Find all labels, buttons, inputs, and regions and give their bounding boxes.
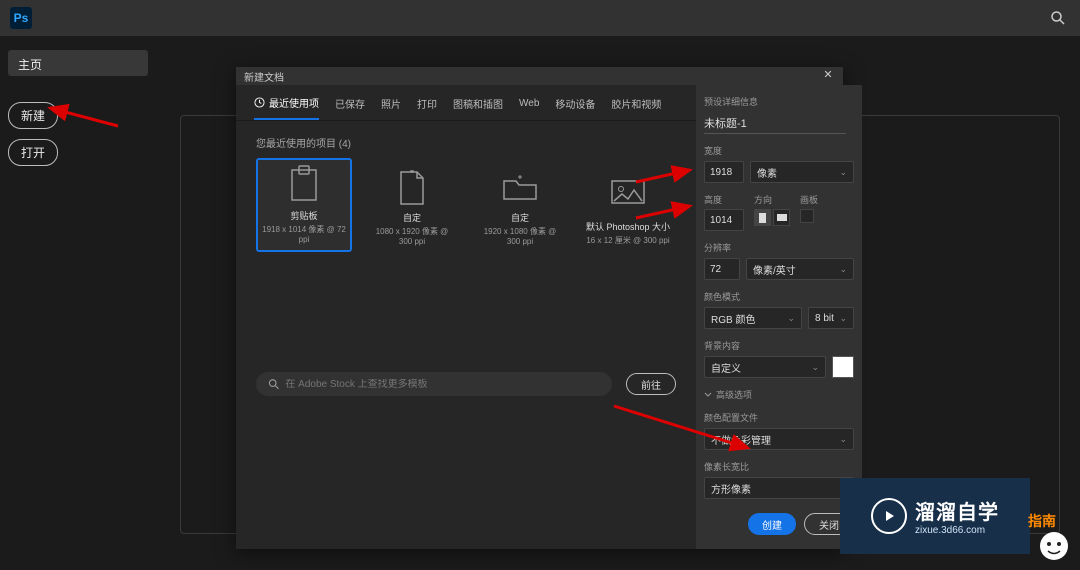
preset-tabs: 最近使用项 已保存 照片 打印 图稿和插图 Web 移动设备 胶片和视频 bbox=[236, 85, 696, 121]
new-button[interactable]: 新建 bbox=[8, 102, 58, 129]
file-icon bbox=[397, 170, 427, 206]
height-input[interactable] bbox=[704, 209, 744, 231]
watermark-url: zixue.3d66.com bbox=[915, 525, 999, 536]
stock-search-input[interactable] bbox=[285, 379, 600, 390]
recent-count-label: 您最近使用的项目 (4) bbox=[236, 121, 696, 158]
chevron-down-icon: ⌄ bbox=[839, 313, 847, 324]
select-value: 8 bit bbox=[815, 313, 834, 324]
chevron-down-icon: ⌄ bbox=[839, 167, 847, 178]
orientation-portrait-button[interactable] bbox=[754, 209, 771, 226]
stock-search-wrap bbox=[256, 372, 612, 396]
tab-saved[interactable]: 已保存 bbox=[335, 91, 365, 120]
folder-icon bbox=[502, 173, 538, 203]
dialog-close-button[interactable]: ✕ bbox=[821, 69, 835, 83]
aspect-label: 像素长宽比 bbox=[704, 460, 854, 473]
preset-name: 自定 bbox=[403, 211, 421, 224]
watermark-title: 溜溜自学 bbox=[915, 496, 999, 525]
chevron-down-icon: ⌄ bbox=[787, 313, 795, 324]
preset-default[interactable]: 默认 Photoshop 大小 16 x 12 厘米 @ 300 ppi bbox=[580, 158, 676, 252]
resolution-input[interactable] bbox=[704, 258, 740, 280]
play-icon bbox=[871, 498, 907, 534]
tab-photo[interactable]: 照片 bbox=[381, 91, 401, 120]
select-value: 不做色彩管理 bbox=[711, 432, 771, 447]
advanced-label: 高级选项 bbox=[716, 388, 752, 401]
ps-logo: Ps bbox=[10, 7, 32, 29]
profile-label: 颜色配置文件 bbox=[704, 411, 854, 424]
search-icon bbox=[268, 378, 279, 390]
preset-sub: 16 x 12 厘米 @ 300 ppi bbox=[586, 235, 669, 246]
open-button[interactable]: 打开 bbox=[8, 139, 58, 166]
preset-sub: 1918 x 1014 像素 @ 72 ppi bbox=[262, 224, 346, 244]
orientation-landscape-button[interactable] bbox=[773, 209, 790, 226]
home-button[interactable]: 主页 bbox=[8, 50, 148, 76]
color-mode-label: 颜色模式 bbox=[704, 290, 854, 303]
svg-text:指南: 指南 bbox=[1028, 513, 1056, 529]
width-input[interactable] bbox=[704, 161, 744, 183]
tab-film[interactable]: 胶片和视频 bbox=[611, 91, 661, 120]
color-mode-select[interactable]: RGB 颜色 ⌄ bbox=[704, 307, 802, 329]
chevron-down-icon: ⌄ bbox=[811, 362, 819, 373]
preset-name: 默认 Photoshop 大小 bbox=[586, 220, 670, 233]
resolution-label: 分辨率 bbox=[704, 241, 854, 254]
tab-label: 最近使用项 bbox=[269, 95, 319, 110]
sticker-icon: 指南 bbox=[1016, 506, 1074, 564]
select-value: 自定义 bbox=[711, 360, 741, 375]
image-icon bbox=[610, 177, 646, 207]
preset-details-label: 预设详细信息 bbox=[704, 95, 854, 108]
background-label: 背景内容 bbox=[704, 339, 854, 352]
advanced-toggle[interactable]: 高级选项 bbox=[704, 388, 854, 401]
orientation-label: 方向 bbox=[754, 193, 790, 206]
width-unit-select[interactable]: 像素 ⌄ bbox=[750, 161, 854, 183]
chevron-down-icon: ⌄ bbox=[839, 434, 847, 445]
select-value: 像素 bbox=[757, 165, 777, 180]
create-button[interactable]: 创建 bbox=[748, 513, 796, 535]
tab-art[interactable]: 图稿和插图 bbox=[453, 91, 503, 120]
dialog-title: 新建文档 bbox=[244, 69, 284, 84]
watermark: 溜溜自学 zixue.3d66.com bbox=[840, 478, 1030, 554]
resolution-unit-select[interactable]: 像素/英寸 ⌄ bbox=[746, 258, 854, 280]
preset-name: 剪贴板 bbox=[290, 209, 317, 222]
select-value: 像素/英寸 bbox=[753, 262, 796, 277]
background-color-swatch[interactable] bbox=[832, 356, 854, 378]
tab-mobile[interactable]: 移动设备 bbox=[555, 91, 595, 120]
artboard-checkbox[interactable] bbox=[800, 209, 814, 223]
search-button[interactable] bbox=[1046, 6, 1070, 30]
stock-go-button[interactable]: 前往 bbox=[626, 373, 676, 395]
preset-name: 自定 bbox=[511, 211, 529, 224]
clipboard-icon bbox=[287, 165, 321, 205]
preset-sub: 1920 x 1080 像素 @ 300 ppi bbox=[476, 226, 564, 246]
tab-recent[interactable]: 最近使用项 bbox=[254, 91, 319, 120]
chevron-down-icon bbox=[704, 391, 712, 399]
width-label: 宽度 bbox=[704, 144, 854, 157]
height-label: 高度 bbox=[704, 193, 744, 206]
tab-print[interactable]: 打印 bbox=[417, 91, 437, 120]
preset-custom-2[interactable]: 自定 1920 x 1080 像素 @ 300 ppi bbox=[472, 158, 568, 252]
clock-icon bbox=[254, 97, 265, 108]
preset-sub: 1080 x 1920 像素 @ 300 ppi bbox=[368, 226, 456, 246]
color-profile-select[interactable]: 不做色彩管理 ⌄ bbox=[704, 428, 854, 450]
artboard-label: 画板 bbox=[800, 193, 818, 206]
bit-depth-select[interactable]: 8 bit ⌄ bbox=[808, 307, 854, 329]
select-value: RGB 颜色 bbox=[711, 311, 755, 326]
tab-web[interactable]: Web bbox=[519, 91, 539, 120]
doc-name-input[interactable] bbox=[704, 112, 846, 134]
chevron-down-icon: ⌄ bbox=[839, 264, 847, 275]
select-value: 方形像素 bbox=[711, 481, 751, 496]
search-icon bbox=[1050, 10, 1066, 26]
pixel-aspect-select[interactable]: 方形像素⌄ bbox=[704, 477, 854, 499]
preset-custom-1[interactable]: 自定 1080 x 1920 像素 @ 300 ppi bbox=[364, 158, 460, 252]
new-document-dialog: 新建文档 ✕ 最近使用项 已保存 照片 打印 图稿和插图 Web 移动设备 胶片… bbox=[236, 67, 843, 549]
preset-clipboard[interactable]: 剪贴板 1918 x 1014 像素 @ 72 ppi bbox=[256, 158, 352, 252]
background-select[interactable]: 自定义 ⌄ bbox=[704, 356, 826, 378]
